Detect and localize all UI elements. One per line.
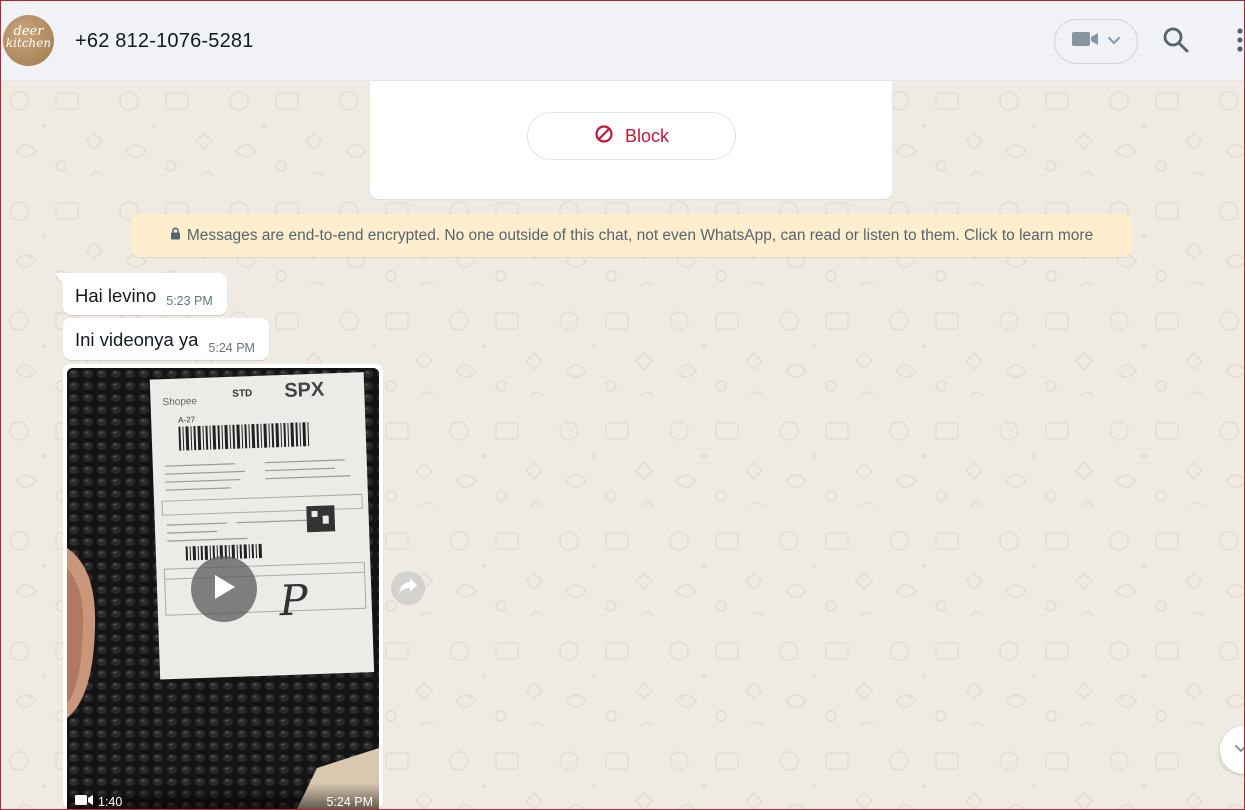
chevron-down-icon <box>1107 33 1121 51</box>
chevron-down-icon <box>1234 741 1244 759</box>
encryption-notice[interactable]: Messages are end-to-end encrypted. No on… <box>131 214 1132 257</box>
label-service: STD <box>232 388 252 400</box>
message-time: 5:23 PM <box>166 294 213 308</box>
video-thumbnail[interactable]: Shopee STD SPX A-27 P 1:40 5:24 PM <box>67 368 379 809</box>
video-message[interactable]: Shopee STD SPX A-27 P 1:40 5:24 PM <box>63 364 383 809</box>
chat-header: deer kitchen ····· +62 812-1076-5281 <box>1 1 1244 81</box>
block-button[interactable]: Block <box>527 112 736 160</box>
chat-area[interactable]: Block Messages are end-to-end encrypted.… <box>1 81 1244 809</box>
video-call-button[interactable] <box>1054 19 1138 64</box>
block-label: Block <box>624 125 669 146</box>
label-shop: Shopee <box>162 396 197 408</box>
forward-button[interactable] <box>391 571 425 605</box>
menu-icon <box>1236 27 1244 58</box>
video-meta-bar: 1:40 5:24 PM <box>67 783 379 809</box>
message-bubble[interactable]: Hai levino 5:23 PM <box>55 273 227 315</box>
forward-icon <box>398 577 418 600</box>
bubble-tail <box>55 273 63 283</box>
video-time: 5:24 PM <box>326 795 373 809</box>
avatar-text-line2: kitchen <box>5 36 52 51</box>
search-icon <box>1162 26 1190 59</box>
search-button[interactable] <box>1159 25 1193 59</box>
contact-name[interactable]: +62 812-1076-5281 <box>75 30 254 53</box>
video-duration: 1:40 <box>98 794 123 809</box>
play-button[interactable] <box>191 556 257 622</box>
contact-info-card: Block <box>370 81 892 199</box>
label-handwritten: P <box>278 575 310 625</box>
message-text: Hai levino <box>75 284 157 306</box>
video-call-icon <box>1071 29 1099 54</box>
message-bubble[interactable]: Ini videonya ya 5:24 PM <box>63 318 269 360</box>
play-icon <box>211 573 237 606</box>
message-text: Ini videonya ya <box>75 328 199 350</box>
video-camera-icon <box>75 794 93 809</box>
message-time: 5:24 PM <box>208 341 255 355</box>
avatar-text-line3: ····· <box>22 50 35 56</box>
menu-button[interactable] <box>1233 25 1245 59</box>
encryption-notice-text: Messages are end-to-end encrypted. No on… <box>186 226 1094 244</box>
lock-icon <box>170 227 181 245</box>
label-brand: SPX <box>284 379 325 402</box>
label-code: A-27 <box>178 415 196 425</box>
block-icon <box>594 124 614 149</box>
contact-avatar[interactable]: deer kitchen ····· <box>3 15 54 66</box>
